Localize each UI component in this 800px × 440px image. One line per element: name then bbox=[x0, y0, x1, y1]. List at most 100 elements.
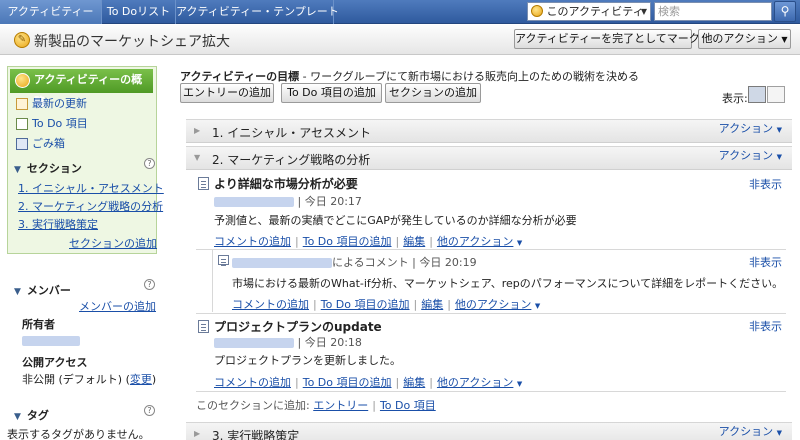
members-heading-label: メンバー bbox=[26, 284, 71, 297]
no-tags-message: 表示するタグがありません。 bbox=[7, 428, 150, 440]
add-to-section-label: このセクションに追加: bbox=[196, 399, 310, 412]
members-heading[interactable]: ▼ メンバー bbox=[14, 282, 71, 298]
add-section-button[interactable]: セクションの追加 bbox=[385, 83, 481, 103]
section-action-menu[interactable]: アクション ▼ bbox=[719, 147, 782, 163]
owner-name[interactable] bbox=[22, 334, 80, 347]
mark-complete-button[interactable]: アクティビティーを完了としてマーク bbox=[514, 29, 700, 49]
sidebar-item-trash[interactable]: ごみ箱 bbox=[16, 136, 65, 152]
tags-heading-label: タグ bbox=[26, 409, 49, 422]
view-collapsed-icon[interactable] bbox=[767, 86, 785, 103]
chevron-down-icon: ▼ bbox=[534, 302, 541, 310]
comment-author[interactable] bbox=[232, 258, 332, 268]
add-todo-button[interactable]: To Do 項目の追加 bbox=[281, 83, 382, 103]
display-label: 表示: bbox=[722, 92, 748, 105]
divider bbox=[196, 313, 786, 314]
sidebar-section-3[interactable]: 3. 実行戦略策定 bbox=[18, 216, 98, 232]
public-access-label: 公開アクセス bbox=[22, 356, 88, 369]
add-todo-link[interactable]: To Do 項目の追加 bbox=[303, 376, 392, 389]
help-icon[interactable]: ? bbox=[144, 405, 155, 416]
public-access-text: 非公開 (デフォルト) bbox=[22, 373, 123, 386]
other-actions-link[interactable]: 他のアクション bbox=[455, 298, 531, 311]
chevron-down-icon: ▼ bbox=[516, 380, 523, 388]
search-scope-select[interactable]: このアクティビティー ▼ bbox=[527, 2, 651, 35]
activity-goal: アクティビティーの目標 - ワークグループにて新市場における販売向上のための戦術… bbox=[180, 68, 639, 84]
sidebar-section-1[interactable]: 1. イニシャル・アセスメント bbox=[18, 180, 164, 196]
comment-actions: コメントの追加 | To Do 項目の追加 | 編集 | 他のアクション ▼ bbox=[232, 298, 541, 311]
author-name[interactable] bbox=[214, 338, 294, 348]
checklist-icon bbox=[16, 118, 28, 130]
sidebar-item-label: 最新の更新 bbox=[32, 97, 87, 110]
hide-link[interactable]: 非表示 bbox=[749, 254, 782, 270]
other-actions-button[interactable]: 他のアクション ▼ bbox=[698, 29, 791, 49]
entry-body: 予測値と、最新の実績でどこにGAPが発生しているのか詳細な分析が必要 bbox=[214, 214, 577, 227]
search-icon: ⚲ bbox=[780, 4, 790, 18]
add-entry-link[interactable]: エントリー bbox=[313, 399, 368, 412]
triangle-down-icon: ▼ bbox=[14, 165, 21, 175]
entry-meta: | 今日 20:17 bbox=[214, 193, 362, 209]
entry-time: | 今日 20:18 bbox=[297, 336, 362, 349]
edit-link[interactable]: 編集 bbox=[421, 298, 443, 311]
add-todo-link[interactable]: To Do 項目の追加 bbox=[321, 298, 410, 311]
help-icon[interactable]: ? bbox=[144, 279, 155, 290]
add-entry-button[interactable]: エントリーの追加 bbox=[180, 83, 274, 103]
entry-actions: コメントの追加 | To Do 項目の追加 | 編集 | 他のアクション ▼ bbox=[214, 235, 523, 248]
add-todo-link[interactable]: To Do 項目の追加 bbox=[303, 235, 392, 248]
other-actions-label: 他のアクション bbox=[701, 32, 778, 45]
chevron-down-icon: ▼ bbox=[776, 126, 782, 134]
entry-body: プロジェクトプランを更新しました。 bbox=[214, 354, 401, 367]
sidebar-item-todo[interactable]: To Do 項目 bbox=[16, 116, 88, 132]
add-section-link[interactable]: セクションの追加 bbox=[69, 235, 157, 251]
sidebar-item-recent-updates[interactable]: 最新の更新 bbox=[16, 96, 87, 112]
chevron-down-icon: ▼ bbox=[781, 35, 788, 44]
triangle-down-icon: ▼ bbox=[194, 153, 201, 162]
comment-body: 市場における最新のWhat-if分析、マーケットシェア、repのパフォーマンスに… bbox=[232, 277, 784, 290]
action-label: アクション bbox=[718, 122, 774, 135]
entry-actions: コメントの追加 | To Do 項目の追加 | 編集 | 他のアクション ▼ bbox=[214, 376, 523, 389]
comment-meta: によるコメント | 今日 20:19 bbox=[232, 254, 477, 270]
search-button[interactable]: ⚲ bbox=[774, 1, 796, 22]
chevron-down-icon: ▼ bbox=[516, 239, 523, 247]
sidebar-item-label: ごみ箱 bbox=[32, 137, 65, 150]
edit-link[interactable]: 編集 bbox=[403, 235, 425, 248]
tab-todo-list[interactable]: To Doリスト bbox=[102, 0, 176, 24]
author-name[interactable] bbox=[214, 197, 294, 207]
section-bar-3[interactable]: ▶ 3. 実行戦略策定 アクション ▼ bbox=[186, 422, 792, 440]
section-action-menu[interactable]: アクション ▼ bbox=[719, 423, 782, 439]
sidebar-item-overview[interactable]: アクティビティーの概略 bbox=[10, 69, 153, 108]
change-access-link[interactable]: 変更 bbox=[130, 373, 152, 386]
add-comment-link[interactable]: コメントの追加 bbox=[232, 298, 309, 311]
tab-activity-templates[interactable]: アクティビティー・テンプレート bbox=[176, 0, 339, 24]
sections-heading-label: セクション bbox=[26, 162, 82, 175]
hide-link[interactable]: 非表示 bbox=[749, 176, 782, 192]
activity-goal-text: - ワークグループにて新市場における販売向上のための戦術を決める bbox=[299, 70, 640, 83]
section-bar-1[interactable]: ▶ 1. イニシャル・アセスメント アクション ▼ bbox=[186, 119, 792, 143]
entry-time: | 今日 20:17 bbox=[297, 195, 362, 208]
sections-heading[interactable]: ▼ セクション bbox=[14, 160, 82, 176]
search-input[interactable]: 検索 bbox=[654, 2, 772, 21]
tab-activities[interactable]: アクティビティー bbox=[0, 0, 102, 24]
edit-link[interactable]: 編集 bbox=[403, 376, 425, 389]
add-comment-link[interactable]: コメントの追加 bbox=[214, 376, 291, 389]
owner-label: 所有者 bbox=[22, 318, 55, 331]
section-action-menu[interactable]: アクション ▼ bbox=[719, 120, 782, 136]
add-todo-link[interactable]: To Do 項目 bbox=[380, 399, 436, 412]
section-bar-2[interactable]: ▼ 2. マーケティング戦略の分析 アクション ▼ bbox=[186, 146, 792, 170]
view-expanded-icon[interactable] bbox=[748, 86, 766, 103]
entry-title[interactable]: より詳細な市場分析が必要 bbox=[214, 175, 358, 192]
action-label: アクション bbox=[718, 149, 774, 162]
add-comment-link[interactable]: コメントの追加 bbox=[214, 235, 291, 248]
other-actions-link[interactable]: 他のアクション bbox=[437, 376, 513, 389]
top-nav: アクティビティー To Doリスト アクティビティー・テンプレート このアクティ… bbox=[0, 0, 800, 35]
triangle-down-icon: ▼ bbox=[14, 412, 21, 422]
add-member-link[interactable]: メンバーの追加 bbox=[79, 298, 156, 314]
tags-heading[interactable]: ▼ タグ bbox=[14, 407, 49, 423]
activity-icon bbox=[531, 5, 543, 17]
entry-icon bbox=[198, 320, 209, 333]
sidebar-section-2[interactable]: 2. マーケティング戦略の分析 bbox=[18, 198, 163, 214]
hide-link[interactable]: 非表示 bbox=[749, 318, 782, 334]
add-to-section: このセクションに追加: エントリー | To Do 項目 bbox=[196, 399, 436, 412]
other-actions-link[interactable]: 他のアクション bbox=[437, 235, 513, 248]
help-icon[interactable]: ? bbox=[144, 158, 155, 169]
entry-title[interactable]: プロジェクトプランのupdate bbox=[214, 318, 382, 335]
comment-icon bbox=[218, 255, 229, 265]
